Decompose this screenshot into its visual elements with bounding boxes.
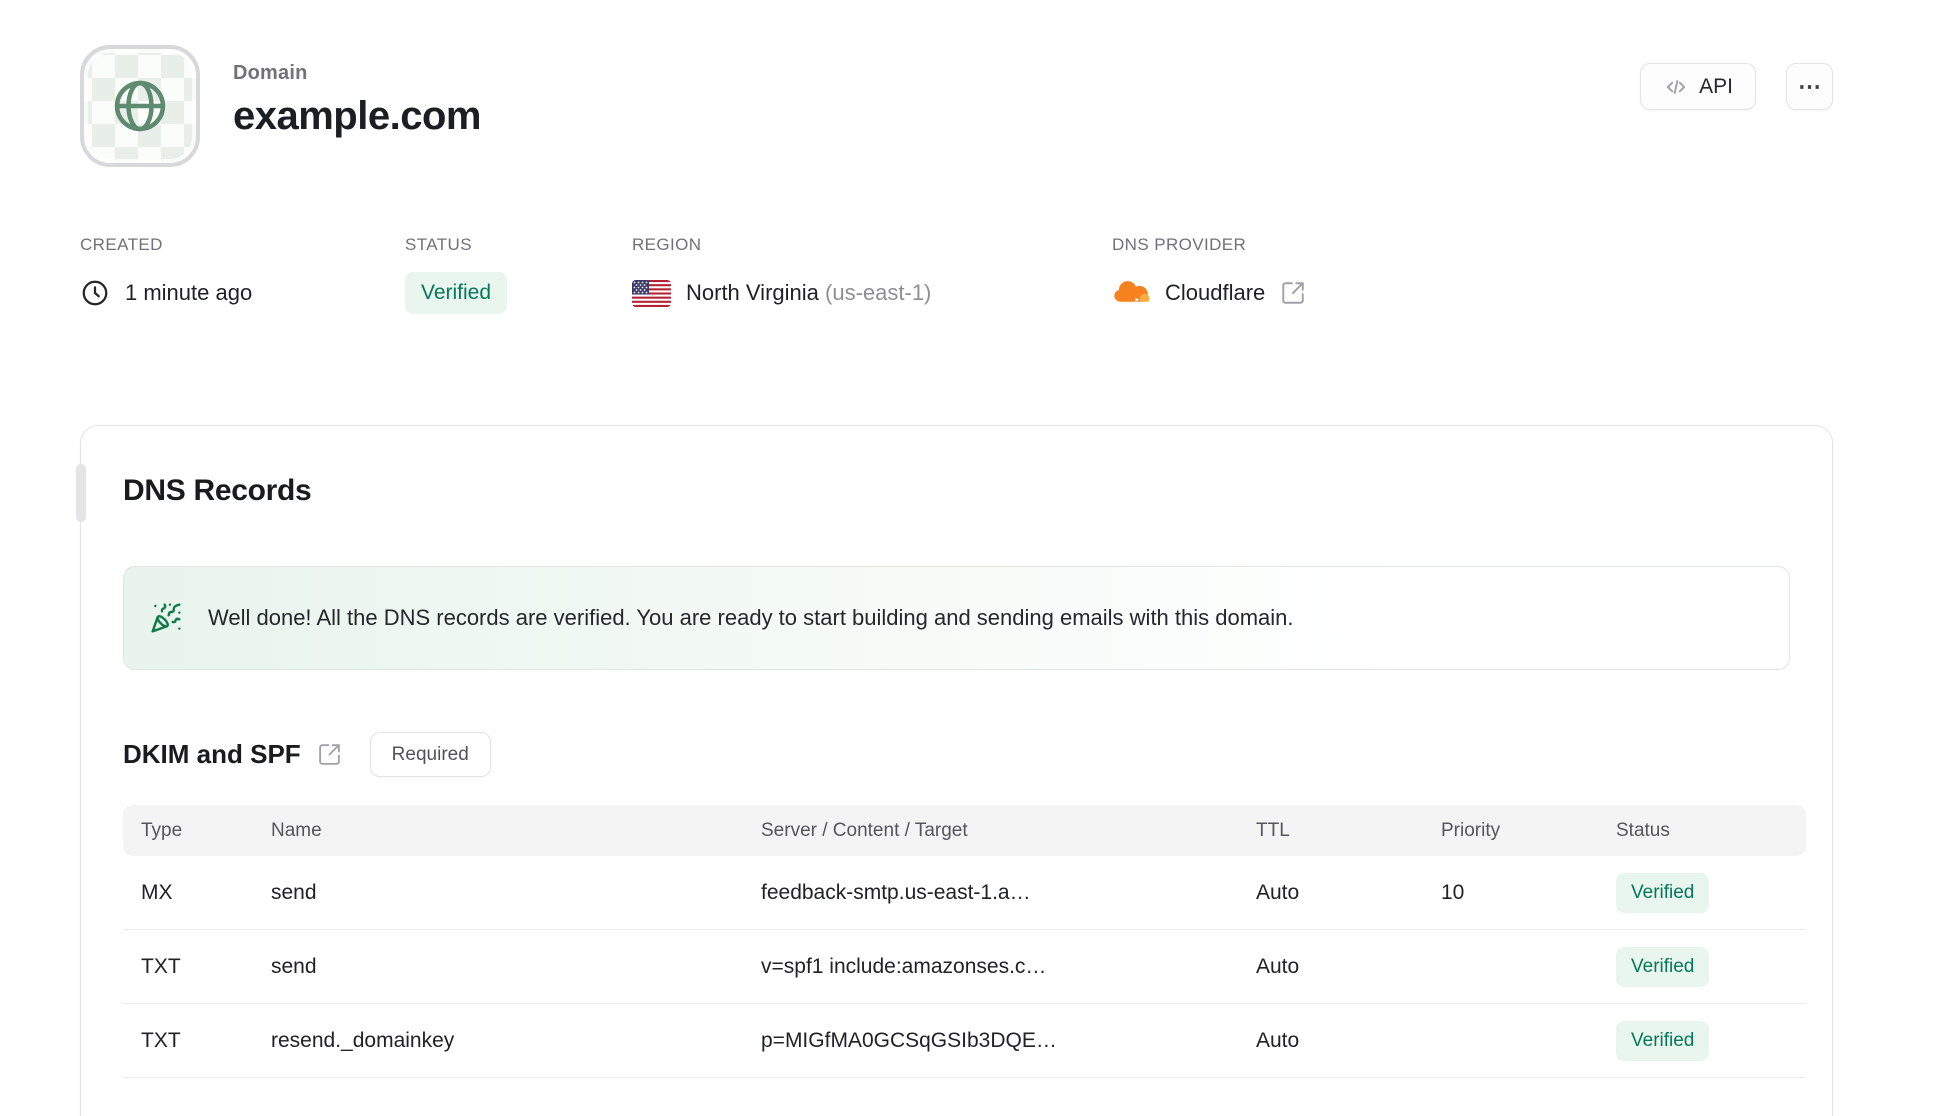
meta-created: CREATED 1 minute ago <box>80 235 405 310</box>
status-badge: Verified <box>1616 946 1710 987</box>
cell-content: p=MIGfMA0GCSqGSIb3DQE… <box>761 1028 1057 1052</box>
card-accent-bar <box>76 464 86 522</box>
cell-content: v=spf1 include:amazonses.c… <box>761 954 1047 978</box>
meta-dns-provider: DNS PROVIDER Cloudflare <box>1112 235 1306 310</box>
page-header: Domain example.com API ⋯ <box>0 0 1944 167</box>
status-label: STATUS <box>405 235 472 254</box>
status-badge: Verified <box>405 272 508 314</box>
created-value: 1 minute ago <box>125 280 253 305</box>
dkim-spf-title: DKIM and SPF <box>123 739 301 769</box>
clock-icon <box>80 278 110 308</box>
more-button[interactable]: ⋯ <box>1786 63 1833 110</box>
cell-type: TXT <box>141 954 181 978</box>
col-header-name: Name <box>271 819 322 841</box>
cell-ttl: Auto <box>1256 1028 1300 1052</box>
dns-provider-label: DNS PROVIDER <box>1112 235 1247 254</box>
col-header-status: Status <box>1616 819 1670 841</box>
created-label: CREATED <box>80 235 163 254</box>
globe-icon <box>108 74 172 138</box>
page-title: example.com <box>233 94 481 138</box>
success-banner: Well done! All the DNS records are verif… <box>123 566 1790 670</box>
cell-name: send <box>271 880 317 904</box>
code-icon <box>1663 74 1689 100</box>
success-banner-text: Well done! All the DNS records are verif… <box>208 605 1294 630</box>
region-value: North Virginia <box>686 280 819 305</box>
required-badge: Required <box>369 732 491 777</box>
party-popper-icon <box>150 602 182 634</box>
cloudflare-icon <box>1112 280 1150 306</box>
cell-priority: 10 <box>1441 880 1465 904</box>
cell-ttl: Auto <box>1256 880 1300 904</box>
meta-status: STATUS Verified <box>405 235 632 314</box>
api-button[interactable]: API <box>1640 63 1756 110</box>
status-badge: Verified <box>1616 872 1710 913</box>
ellipsis-icon: ⋯ <box>1798 73 1821 99</box>
dns-provider-value: Cloudflare <box>1165 280 1266 305</box>
table-row: TXT resend._domainkey p=MIGfMA0GCSqGSIb3… <box>123 1004 1806 1078</box>
cell-content: feedback-smtp.us-east-1.a… <box>761 880 1031 904</box>
status-badge: Verified <box>1616 1020 1710 1061</box>
region-label: REGION <box>632 235 702 254</box>
col-header-content: Server / Content / Target <box>761 819 968 841</box>
col-header-priority: Priority <box>1441 819 1501 841</box>
dns-table-body: MX send feedback-smtp.us-east-1.a… Auto … <box>123 856 1806 1078</box>
dns-table: Type Name Server / Content / Target TTL … <box>123 805 1806 1078</box>
domain-detail-page: Domain example.com API ⋯ CREATED 1 minut… <box>0 0 1944 1116</box>
page-kicker: Domain <box>233 62 308 84</box>
region-code: (us-east-1) <box>825 280 932 305</box>
cell-name: resend._domainkey <box>271 1028 455 1052</box>
meta-region: REGION North Virginia (us-east-1) <box>632 235 1112 310</box>
dns-records-card: DNS Records Well done! All the DNS recor… <box>76 425 1833 1116</box>
dns-records-title: DNS Records <box>123 474 312 507</box>
cell-type: MX <box>141 880 173 904</box>
title-block: Domain example.com <box>233 45 481 139</box>
table-row: TXT send v=spf1 include:amazonses.c… Aut… <box>123 930 1806 1004</box>
header-actions: API ⋯ <box>1640 45 1833 110</box>
cell-name: send <box>271 954 317 978</box>
domain-avatar <box>80 45 200 167</box>
external-link-icon[interactable] <box>1280 280 1306 306</box>
col-header-ttl: TTL <box>1256 819 1290 841</box>
col-header-type: Type <box>141 819 183 841</box>
table-row: MX send feedback-smtp.us-east-1.a… Auto … <box>123 856 1806 930</box>
domain-meta: CREATED 1 minute ago STATUS Verified REG… <box>0 167 1944 314</box>
dns-table-header: Type Name Server / Content / Target TTL … <box>123 805 1806 856</box>
api-button-label: API <box>1699 74 1733 98</box>
dkim-spf-section-head: DKIM and SPF Required <box>123 732 1790 777</box>
dkim-external-link-icon[interactable] <box>317 742 342 767</box>
cell-ttl: Auto <box>1256 954 1300 978</box>
cell-type: TXT <box>141 1028 181 1052</box>
us-flag-icon <box>632 279 671 307</box>
